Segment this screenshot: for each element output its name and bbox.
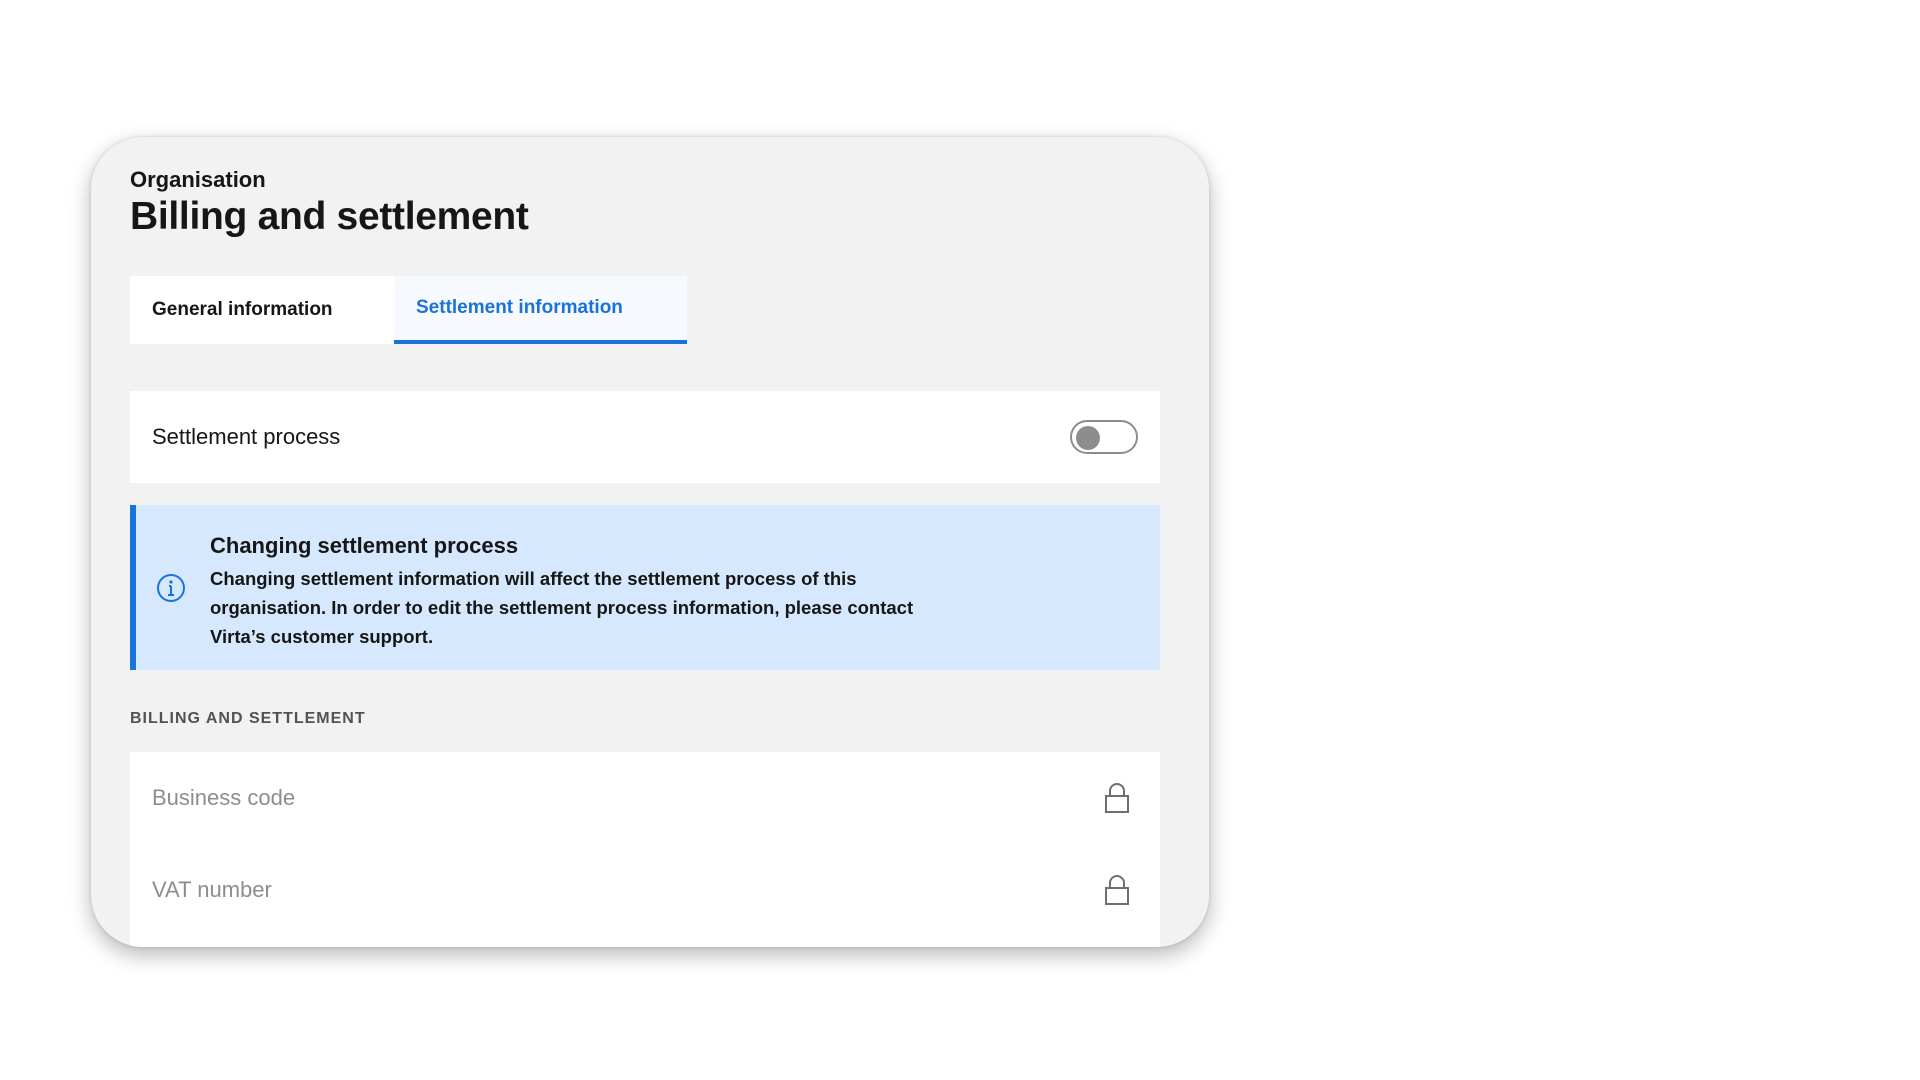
section-heading: BILLING AND SETTLEMENT	[130, 710, 366, 727]
billing-fields: Business code VAT number	[130, 752, 1160, 947]
tab-bar: General information Settlement informati…	[130, 276, 687, 344]
business-code-field[interactable]: Business code	[130, 752, 1160, 844]
vat-number-placeholder: VAT number	[152, 877, 272, 902]
tab-settlement-information[interactable]: Settlement information	[394, 276, 687, 344]
info-icon	[157, 574, 185, 602]
page-title: Billing and settlement	[130, 195, 529, 238]
breadcrumb: Organisation	[130, 167, 266, 192]
settlement-process-toggle[interactable]	[1070, 420, 1138, 454]
settlement-process-label: Settlement process	[152, 424, 341, 449]
lock-icon	[1105, 783, 1129, 813]
notice-title: Changing settlement process	[210, 533, 519, 558]
lock-icon	[1105, 875, 1129, 905]
billing-settlement-card: Organisation Billing and settlement Gene…	[91, 137, 1209, 947]
toggle-knob	[1076, 426, 1100, 450]
vat-number-field[interactable]: VAT number	[130, 844, 1160, 936]
tab-general-information[interactable]: General information	[130, 276, 394, 344]
business-code-placeholder: Business code	[152, 785, 296, 810]
settlement-process-row: Settlement process	[130, 391, 1160, 483]
info-notification: Changing settlement process Changing set…	[130, 505, 1160, 670]
notice-body: Changing settlement information will aff…	[210, 568, 914, 647]
